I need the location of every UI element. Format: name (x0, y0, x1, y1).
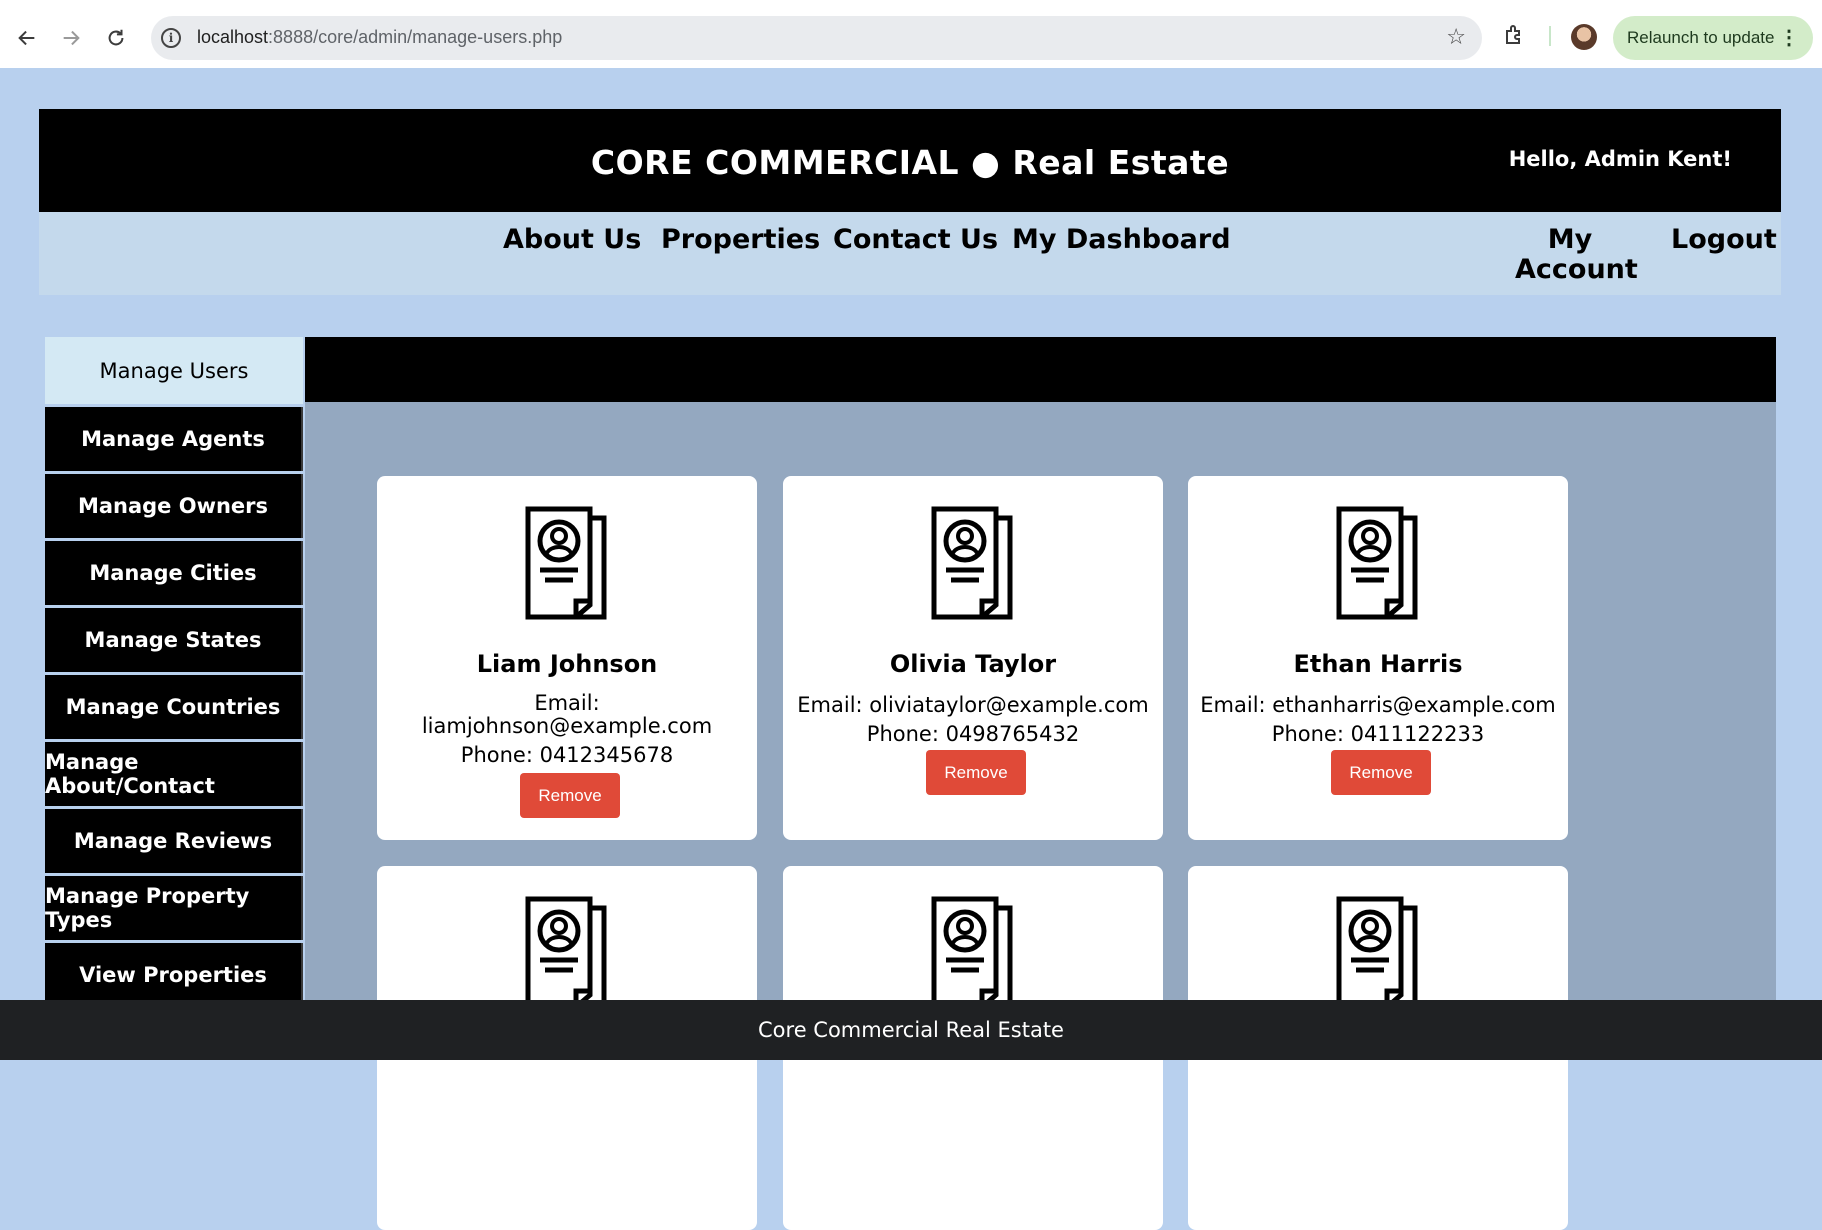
user-card: Olivia Taylor Email: oliviataylor@exampl… (783, 476, 1163, 840)
url-text: localhost:8888/core/admin/manage-users.p… (197, 27, 563, 47)
user-name: Ethan Harris (1293, 650, 1463, 678)
user-card: Liam Johnson Email: liamjohnson@example.… (377, 476, 757, 840)
user-email: liamjohnson@example.com (421, 714, 713, 738)
site-info-icon[interactable]: i (161, 28, 181, 48)
reload-icon[interactable] (101, 23, 131, 53)
site-header: CORE COMMERCIAL ● Real Estate Hello, Adm… (39, 109, 1781, 212)
user-card: Ethan Harris Email: ethanharris@example.… (1188, 476, 1568, 840)
admin-sidebar: Manage Users Manage Agents Manage Owners… (45, 337, 305, 1010)
nav-contact-us[interactable]: Contact Us (833, 225, 998, 255)
sidebar-item-manage-agents[interactable]: Manage Agents (45, 407, 303, 471)
profile-avatar[interactable] (1571, 24, 1597, 50)
nav-my-account[interactable]: My Account (1515, 224, 1638, 285)
nav-about-us[interactable]: About Us (503, 225, 641, 255)
user-email: Email: oliviataylor@example.com (797, 693, 1149, 717)
sidebar-item-manage-reviews[interactable]: Manage Reviews (45, 809, 303, 873)
user-contact: Email: liamjohnson@example.com Phone: 04… (377, 692, 757, 767)
remove-button[interactable]: Remove (926, 750, 1026, 795)
sidebar-item-manage-owners[interactable]: Manage Owners (45, 474, 303, 538)
remove-button[interactable]: Remove (520, 773, 620, 818)
user-document-icon (525, 896, 607, 1010)
bookmark-star-icon[interactable]: ☆ (1446, 25, 1466, 50)
remove-button[interactable]: Remove (1331, 750, 1431, 795)
main-nav: About Us Properties Contact Us My Dashbo… (39, 212, 1781, 295)
relaunch-button[interactable]: Relaunch to update ⋮ (1613, 16, 1813, 60)
extensions-icon[interactable] (1503, 23, 1527, 47)
user-contact: Email: ethanharris@example.com Phone: 04… (1188, 691, 1568, 749)
user-document-icon (931, 506, 1013, 620)
user-document-icon (931, 896, 1013, 1010)
user-email: Email: ethanharris@example.com (1200, 693, 1556, 717)
sidebar-item-manage-users[interactable]: Manage Users (45, 337, 303, 404)
more-menu-icon[interactable]: ⋮ (1779, 25, 1799, 50)
user-phone: Phone: 0411122233 (1271, 722, 1485, 746)
user-document-icon (1336, 896, 1418, 1010)
user-card-grid: Liam Johnson Email: liamjohnson@example.… (305, 402, 1776, 1230)
forward-arrow-icon[interactable] (56, 23, 86, 53)
back-arrow-icon[interactable] (12, 23, 42, 53)
sidebar-item-manage-countries[interactable]: Manage Countries (45, 675, 303, 739)
nav-logout[interactable]: Logout (1671, 225, 1777, 255)
sidebar-item-manage-cities[interactable]: Manage Cities (45, 541, 303, 605)
content-header-bar (305, 337, 1776, 402)
browser-toolbar: i localhost:8888/core/admin/manage-users… (0, 0, 1822, 68)
sidebar-item-view-properties[interactable]: View Properties (45, 943, 303, 1007)
toolbar-divider (1549, 26, 1551, 46)
sidebar-item-manage-states[interactable]: Manage States (45, 608, 303, 672)
nav-properties[interactable]: Properties (661, 225, 820, 255)
greeting-text: Hello, Admin Kent! (1508, 147, 1732, 171)
user-phone: Phone: 0498765432 (866, 722, 1080, 746)
user-name: Liam Johnson (476, 650, 658, 678)
sidebar-item-manage-about-contact[interactable]: Manage About/Contact (45, 742, 303, 806)
nav-my-account-line2: Account (1515, 254, 1638, 285)
nav-my-account-line1: My (1547, 224, 1593, 255)
email-label: Email: (534, 691, 600, 715)
relaunch-label: Relaunch to update (1627, 28, 1775, 47)
site-footer: Core Commercial Real Estate (0, 1000, 1822, 1060)
sidebar-item-manage-property-types[interactable]: Manage Property Types (45, 876, 303, 940)
user-document-icon (525, 506, 607, 620)
nav-my-dashboard[interactable]: My Dashboard (1012, 225, 1231, 255)
user-contact: Email: oliviataylor@example.com Phone: 0… (783, 691, 1163, 749)
address-bar[interactable]: i localhost:8888/core/admin/manage-users… (151, 16, 1482, 60)
user-phone: Phone: 0412345678 (460, 743, 674, 767)
user-document-icon (1336, 506, 1418, 620)
user-name: Olivia Taylor (889, 650, 1057, 678)
